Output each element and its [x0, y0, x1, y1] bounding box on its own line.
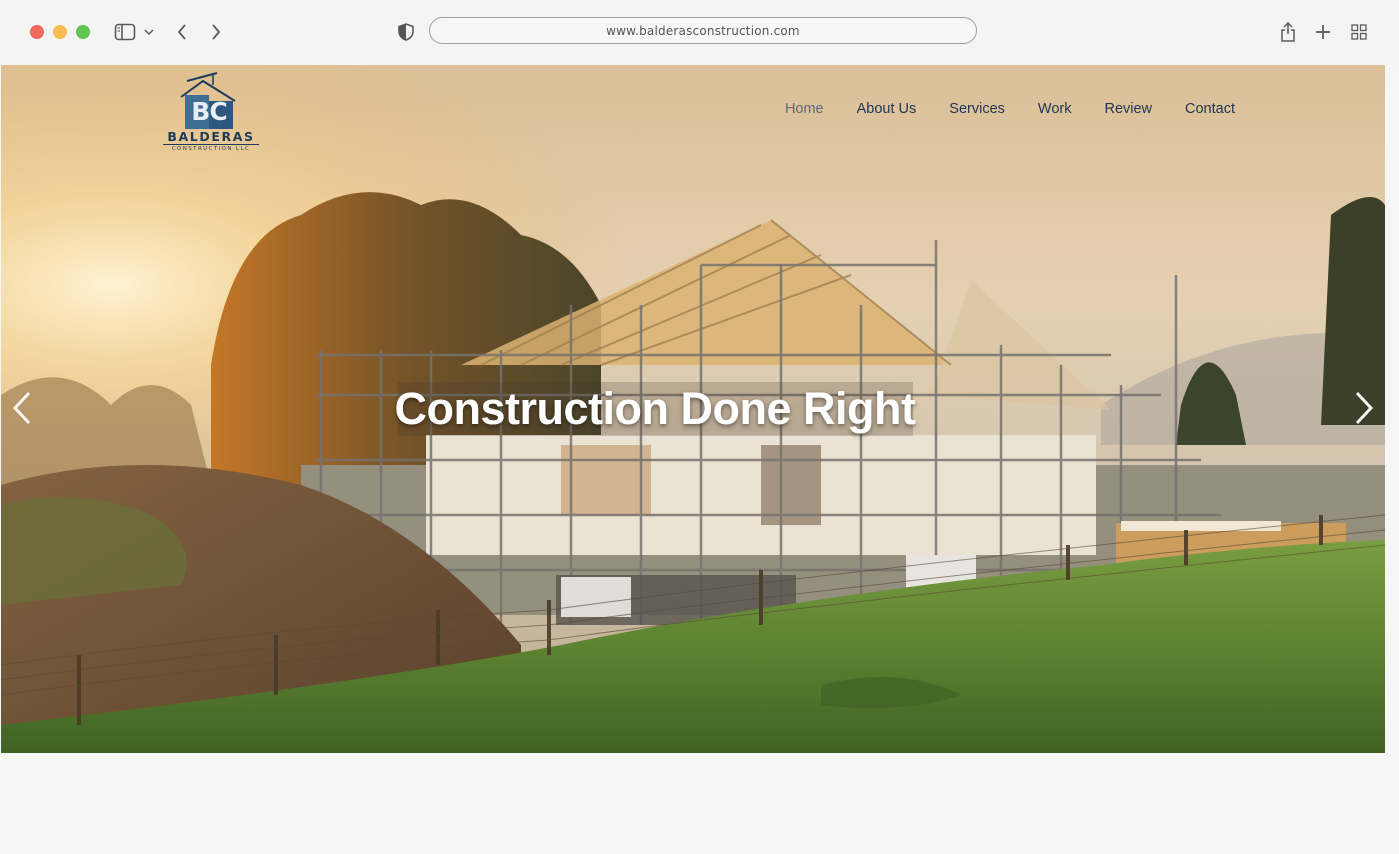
back-button[interactable] — [174, 20, 190, 44]
url-text: www.balderasconstruction.com — [606, 23, 800, 38]
nav-home[interactable]: Home — [785, 101, 824, 117]
main-nav: Home About Us Services Work Review Conta… — [785, 101, 1235, 117]
grid-icon[interactable] — [1349, 20, 1369, 44]
nav-services[interactable]: Services — [949, 101, 1005, 117]
page-below-hero — [1, 753, 1385, 854]
page-viewport: BC BALDERAS CONSTRUCTION LLC Home About … — [1, 65, 1385, 753]
nav-work[interactable]: Work — [1038, 101, 1072, 117]
hero-headline-box: Construction Done Right — [394, 382, 916, 436]
share-icon[interactable] — [1278, 20, 1298, 44]
address-bar[interactable]: www.balderasconstruction.com — [429, 17, 977, 44]
minimize-window-button[interactable] — [53, 25, 67, 39]
logo-tagline: CONSTRUCTION LLC — [171, 146, 251, 152]
close-window-button[interactable] — [30, 25, 44, 39]
sidebar-icon[interactable] — [113, 20, 137, 44]
forward-button[interactable] — [208, 20, 224, 44]
chevron-left-icon — [12, 391, 31, 425]
browser-toolbar: www.balderasconstruction.com — [0, 0, 1399, 65]
zoom-window-button[interactable] — [76, 25, 90, 39]
chevron-right-icon — [1355, 391, 1374, 425]
chevron-down-icon[interactable] — [143, 20, 155, 44]
slider-prev-button[interactable] — [11, 390, 35, 426]
logo-divider — [163, 144, 259, 145]
slider-next-button[interactable] — [1351, 390, 1375, 426]
nav-review[interactable]: Review — [1104, 101, 1152, 117]
logo-name: BALDERAS — [167, 129, 255, 144]
nav-contact[interactable]: Contact — [1185, 101, 1235, 117]
shield-icon[interactable] — [396, 20, 416, 44]
nav-about-us[interactable]: About Us — [857, 101, 917, 117]
site-logo[interactable]: BC BALDERAS CONSTRUCTION LLC — [161, 71, 261, 153]
browser-window: www.balderasconstruction.com BC BALDERAS… — [0, 0, 1399, 854]
logo-monogram: BC — [191, 96, 227, 126]
hero-headline: Construction Done Right — [394, 383, 916, 434]
plus-icon[interactable] — [1313, 20, 1333, 44]
